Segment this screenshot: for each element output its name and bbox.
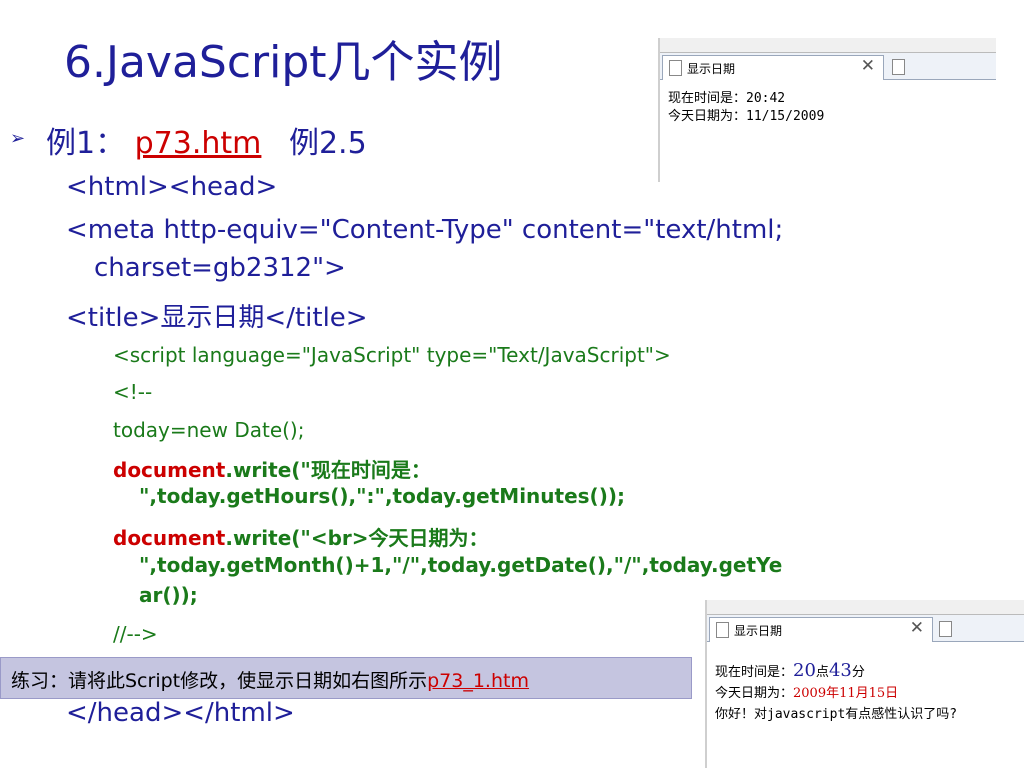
bullet-arrow-icon: ➢ (10, 128, 26, 149)
browser-tab: 显示日期 ✕ (709, 617, 933, 642)
page-icon (669, 60, 682, 76)
browser-tab: 显示日期 ✕ (662, 55, 884, 80)
browser-toolbar (660, 38, 996, 53)
title-close-tag: </title> (264, 303, 368, 333)
new-tab-icon (939, 621, 952, 637)
code-line-close-html: </head></html> (66, 698, 295, 728)
code-line-charset: charset=gb2312"> (94, 253, 346, 283)
title-open-tag: <title> (66, 303, 161, 333)
code-line-today: today=new Date(); (113, 418, 305, 442)
exercise-link[interactable]: p73_1.htm (427, 670, 529, 692)
exercise-text: 练习：请将此Script修改，使显示日期如右图所示 (11, 670, 428, 692)
browser-screenshot-bottom: 显示日期 ✕ 现在时间是：20点43分 今天日期为：2009年11月15日 你好… (705, 600, 1024, 768)
date-value: 2009年11月15日 (793, 686, 899, 701)
hour-value: 20 (793, 660, 816, 681)
time-line: 现在时间是：20点43分 (715, 660, 1018, 683)
write-date-call: .write("<br>今天日期为： (225, 526, 489, 550)
code-line-meta: <meta http-equiv="Content-Type" content=… (66, 215, 784, 245)
document-keyword: document (113, 458, 226, 482)
example-link[interactable]: p73.htm (135, 126, 262, 161)
example-label: 例1： (46, 126, 126, 161)
new-tab-icon (892, 59, 905, 75)
code-line-title: <title>显示日期</title> (66, 297, 368, 334)
tab-title: 显示日期 (687, 62, 736, 76)
tab-title: 显示日期 (734, 624, 783, 638)
hour-unit: 点 (815, 665, 829, 680)
write-time-call: .write("现在时间是： (225, 458, 431, 482)
time-prefix: 现在时间是： (715, 665, 794, 680)
date-prefix: 今天日期为： (715, 686, 794, 701)
example-ref: 例2.5 (288, 126, 367, 161)
code-line-write-date-args: ",today.getMonth()+1,"/",today.getDate()… (139, 553, 783, 577)
date-line: 今天日期为：11/15/2009 (668, 109, 825, 124)
minute-value: 43 (828, 660, 852, 681)
close-icon: ✕ (909, 618, 924, 638)
code-line-comment-close: //--> (113, 622, 158, 646)
exercise-box: 练习：请将此Script修改，使显示日期如右图所示p73_1.htm (0, 657, 692, 699)
code-line-script: <script language="JavaScript" type="Text… (113, 343, 671, 367)
page-icon (716, 622, 729, 638)
close-icon: ✕ (860, 56, 875, 76)
code-line-write-time-args: ",today.getHours(),":",today.getMinutes(… (139, 484, 625, 508)
time-line: 现在时间是：20:42 (668, 91, 786, 106)
browser-content: 现在时间是：20点43分 今天日期为：2009年11月15日 你好！对javas… (707, 642, 1024, 735)
code-line-html-head: <html><head> (66, 172, 278, 202)
browser-tab-bar: 显示日期 ✕ (660, 53, 996, 80)
code-line-write-date: document.write("<br>今天日期为： (113, 522, 489, 551)
code-line-comment-open: <!-- (113, 380, 153, 404)
browser-toolbar (707, 600, 1024, 615)
code-line-write-date-args-end: ar()); (139, 583, 198, 607)
date-line: 今天日期为：2009年11月15日 (715, 683, 1018, 704)
browser-tab-bar: 显示日期 ✕ (707, 615, 1024, 642)
slide-title: 6.JavaScript几个实例 (64, 37, 503, 88)
title-text: 显示日期 (160, 303, 265, 333)
browser-content: 现在时间是：20:42 今天日期为：11/15/2009 (660, 80, 996, 136)
minute-unit: 分 (851, 665, 865, 680)
document-keyword: document (113, 526, 226, 550)
code-line-write-time: document.write("现在时间是： (113, 454, 431, 483)
greeting-line: 你好！对javascript有点感性认识了吗? (715, 707, 958, 722)
example-line: 例1： p73.htm 例2.5 (46, 118, 367, 162)
browser-screenshot-top: 显示日期 ✕ 现在时间是：20:42 今天日期为：11/15/2009 (658, 38, 996, 182)
